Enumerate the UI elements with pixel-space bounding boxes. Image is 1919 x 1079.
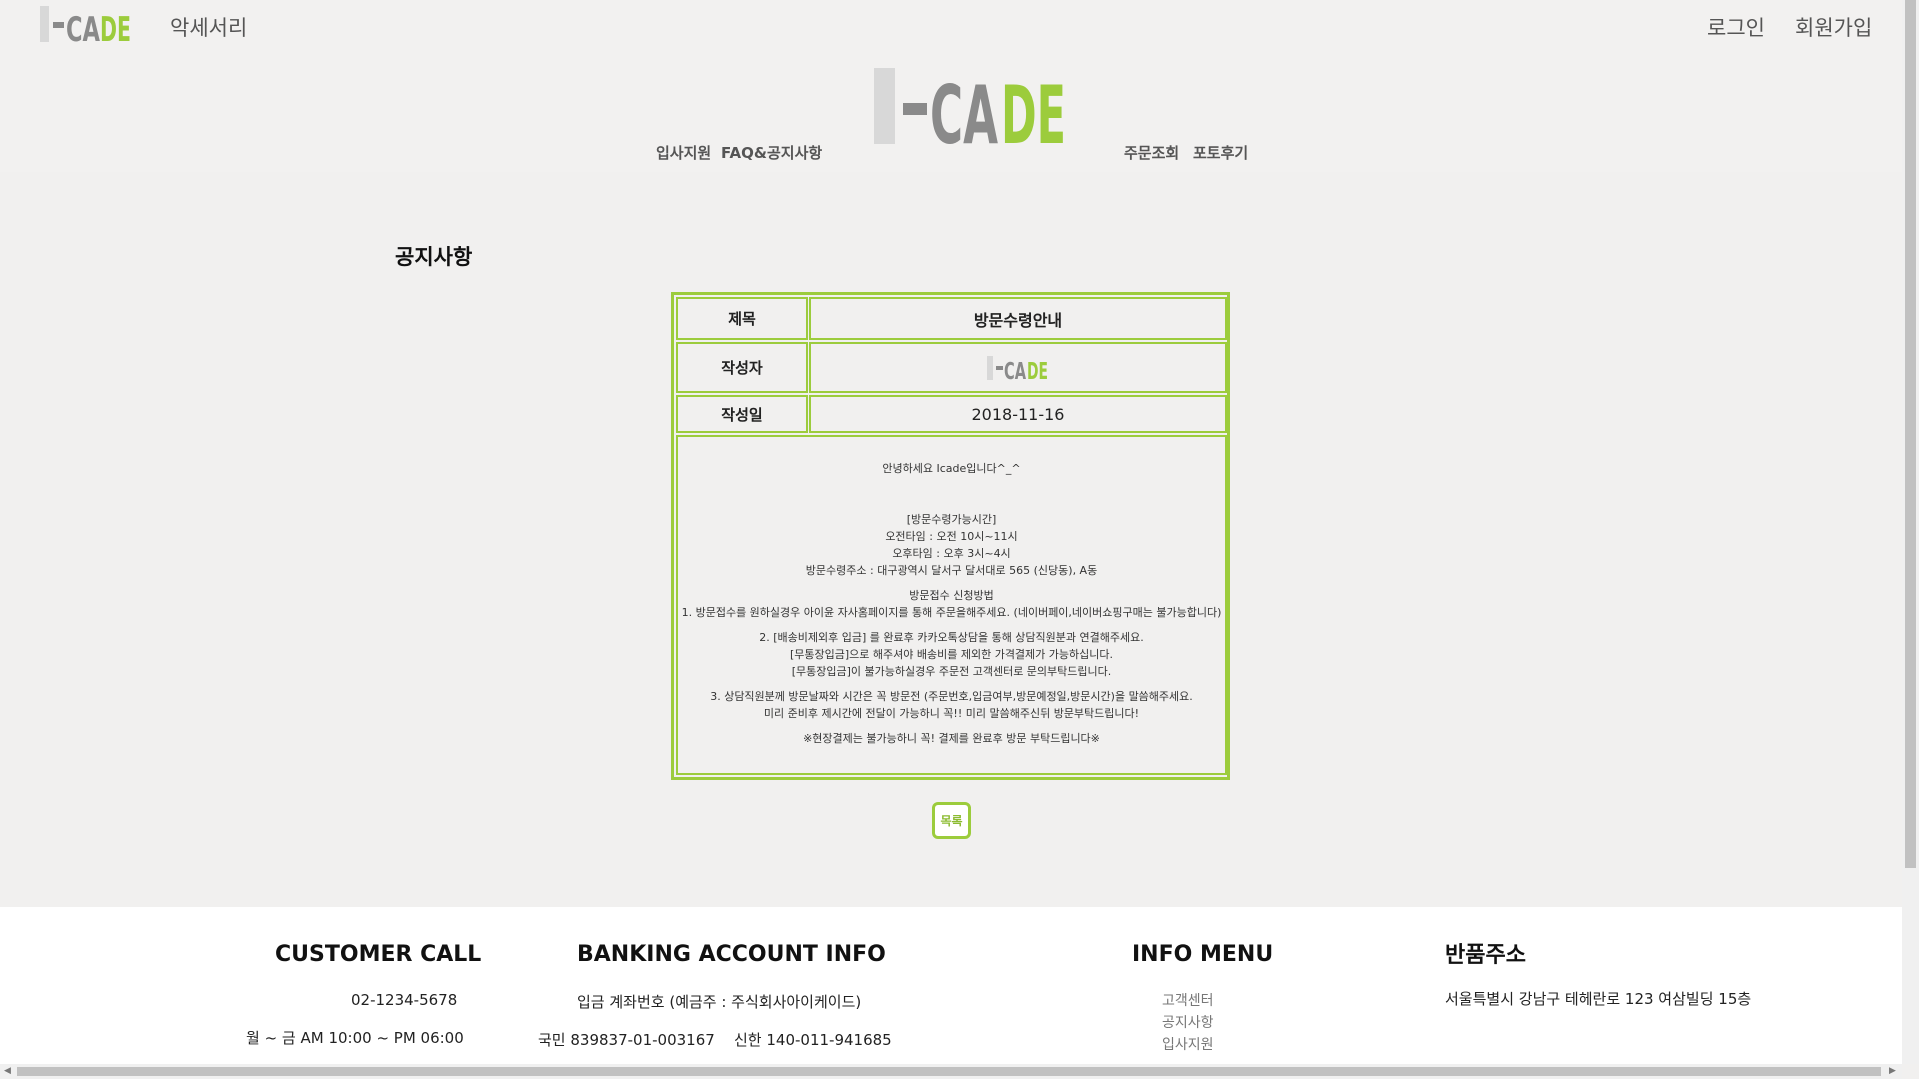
body-line: 오전타임 : 오전 10시~11시	[885, 530, 1018, 543]
body-line: 오후타임 : 오후 3시~4시	[892, 547, 1011, 560]
body-line: 미리 준비후 제시간에 전달이 가능하니 꼭!! 미리 말씀해주신뒤 방문부탁드…	[763, 707, 1140, 720]
nav-recruit[interactable]: 입사지원	[656, 142, 711, 163]
body-line: [방문수령가능시간]	[906, 513, 997, 526]
svg-text:CA: CA	[1004, 359, 1026, 381]
body-line: 3. 상담직원분께 방문날짜와 시간은 꼭 방문전 (주문번호,입금여부,방문예…	[710, 690, 1193, 703]
body-line: 안녕하세요 Icade입니다^_^	[882, 462, 1021, 475]
nav-photo-review[interactable]: 포토후기	[1193, 142, 1248, 163]
body-line	[678, 722, 1225, 730]
body-line: 2. [배송비제외후 입금] 를 완료후 카카오톡상담을 통해 상담직원분과 연…	[759, 631, 1144, 644]
author-cell: CA DE	[809, 342, 1227, 393]
nav-faq-notice[interactable]: FAQ&공지사항	[721, 142, 822, 163]
list-button[interactable]: 목록	[932, 802, 971, 839]
date-label: 작성일	[676, 395, 808, 433]
svg-text:CA: CA	[930, 69, 998, 146]
info-menu-item[interactable]: 입사지원	[1162, 1034, 1214, 1056]
vertical-scroll-thumb[interactable]	[1905, 0, 1916, 868]
customer-hours: 월 ~ 금 AM 10:00 ~ PM 06:00	[246, 1029, 464, 1047]
notice-detail: 제목 방문수령안내 작성자 CA DE 작성일 2018-11-16 안녕하세요…	[671, 292, 1230, 780]
svg-text:DE: DE	[1027, 359, 1048, 381]
horizontal-scroll-thumb[interactable]	[17, 1067, 1881, 1076]
return-address: 서울특별시 강남구 테헤란로 123 여삼빌딩 15층	[1445, 990, 1752, 1008]
vertical-scrollbar[interactable]	[1902, 0, 1919, 1064]
body-line: 1. 방문접수를 원하실경우 아이윤 자사홈페이지를 통해 주문을해주세요. (…	[681, 606, 1222, 619]
notice-body: 안녕하세요 Icade입니다^_^ [방문수령가능시간] 오전타임 : 오전 1…	[676, 435, 1227, 775]
info-menu-item[interactable]: 공지사항	[1162, 1012, 1214, 1034]
site-header: CA DE 악세서리 로그인 회원가입 CA DE 입사지원 FAQ&공지사항 …	[0, 0, 1902, 172]
horizontal-scrollbar[interactable]: ◀ ▶	[0, 1064, 1902, 1079]
svg-text:DE: DE	[100, 10, 131, 44]
body-line	[678, 621, 1225, 629]
notice-title: 방문수령안내	[809, 297, 1227, 340]
body-line	[678, 579, 1225, 587]
main-logo[interactable]: CA DE	[872, 66, 1068, 146]
page-title: 공지사항	[395, 245, 473, 269]
bank-holder: 입금 계좌번호 (예금주 : 주식회사아이케이드)	[577, 993, 862, 1011]
notice-date: 2018-11-16	[809, 395, 1227, 433]
body-line: ※현장결제는 불가능하니 꼭! 결제를 완료후 방문 부탁드립니다※	[803, 732, 1100, 745]
body-line: [무통장입금]으로 해주셔야 배송비를 제외한 가격결제가 가능하십니다.	[789, 648, 1114, 661]
login-link[interactable]: 로그인	[1707, 12, 1765, 42]
site-footer: CUSTOMER CALL 02-1234-5678 월 ~ 금 AM 10:0…	[0, 907, 1902, 1067]
customer-phone: 02-1234-5678	[351, 991, 458, 1009]
body-line	[678, 494, 1225, 511]
scroll-right-icon[interactable]: ▶	[1889, 1066, 1896, 1076]
body-line	[678, 680, 1225, 688]
scroll-left-icon[interactable]: ◀	[4, 1066, 11, 1076]
signup-link[interactable]: 회원가입	[1795, 12, 1872, 42]
body-line	[678, 477, 1225, 494]
svg-text:DE: DE	[1001, 69, 1066, 146]
title-label: 제목	[676, 297, 808, 340]
body-line: [무통장입금]이 불가능하실경우 주문전 고객센터로 문의부탁드립니다.	[791, 665, 1112, 678]
category-link[interactable]: 악세서리	[170, 12, 247, 42]
body-line: 방문접수 신청방법	[909, 589, 994, 602]
author-logo: CA DE	[987, 355, 1048, 381]
author-label: 작성자	[676, 342, 808, 393]
banking-heading: BANKING ACCOUNT INFO	[577, 942, 886, 967]
info-menu-list: 고객센터 공지사항 입사지원	[1162, 990, 1214, 1056]
body-line: 방문수령주소 : 대구광역시 달서구 달서대로 565 (신당동), A동	[805, 564, 1098, 577]
svg-text:CA: CA	[66, 10, 100, 44]
bank-kb: 국민 839837-01-003167	[538, 1031, 715, 1049]
customer-call-heading: CUSTOMER CALL	[275, 942, 482, 967]
bank-shinhan: 신한 140-011-941685	[734, 1031, 892, 1049]
return-address-heading: 반품주소	[1445, 943, 1526, 968]
info-menu-heading: INFO MENU	[1132, 942, 1274, 967]
nav-order-lookup[interactable]: 주문조회	[1124, 142, 1179, 163]
info-menu-item[interactable]: 고객센터	[1162, 990, 1214, 1012]
brand-logo[interactable]: CA DE	[38, 4, 133, 44]
